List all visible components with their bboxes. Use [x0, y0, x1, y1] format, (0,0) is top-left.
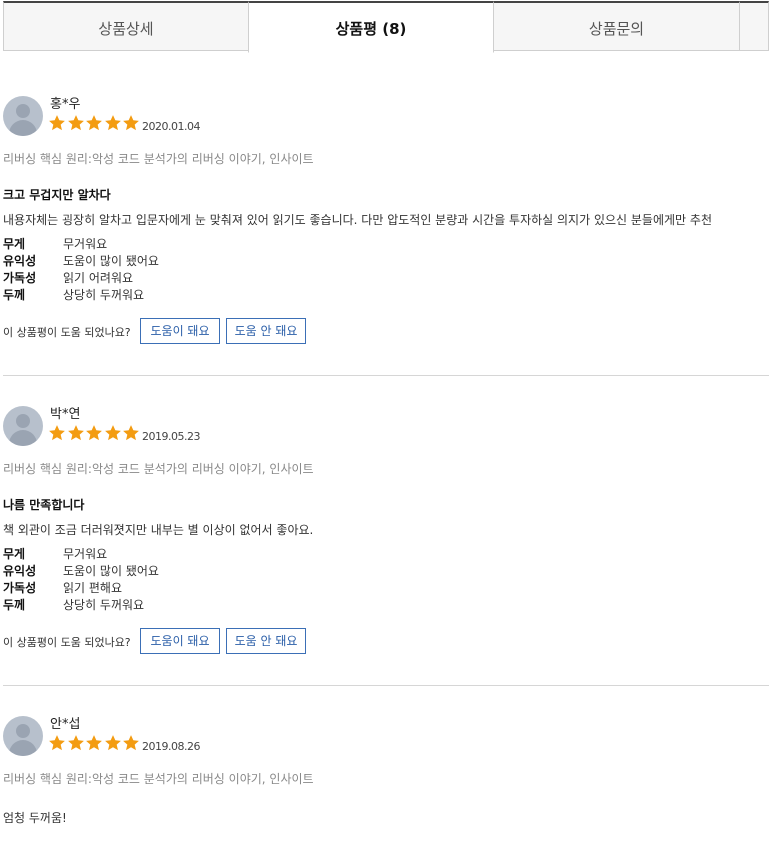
helpful-question: 이 상품평이 도움 되었나요?: [3, 636, 131, 649]
reviewer-name: 박*연: [50, 407, 81, 422]
book-title: 리버싱 핵심 원리:악성 코드 분석가의 리버싱 이야기, 인사이트: [3, 152, 314, 166]
star-icon: [123, 735, 139, 751]
star-rating: [48, 424, 141, 444]
avatar: [3, 406, 43, 446]
review-date: 2019.08.26: [142, 740, 200, 753]
review-tabs: 상품상세 상품평 (8) 상품문의: [3, 0, 769, 53]
attribute-row: 가독성 읽기 편해요: [3, 580, 159, 597]
attribute-key: 가독성: [3, 581, 37, 595]
avatar: [3, 716, 43, 756]
attribute-value: 읽기 편해요: [63, 581, 123, 595]
attribute-value: 읽기 어려워요: [63, 271, 134, 285]
attribute-value: 도움이 많이 됐어요: [63, 564, 159, 578]
tab-more[interactable]: [739, 1, 769, 51]
attribute-row: 무게 무거워요: [3, 236, 159, 253]
helpful-yes-button[interactable]: 도움이 돼요: [140, 318, 220, 344]
star-icon: [67, 735, 84, 751]
tab-product-qna[interactable]: 상품문의: [493, 1, 740, 51]
star-icon: [86, 115, 102, 131]
star-icon: [104, 735, 121, 751]
attribute-value: 무거워요: [63, 547, 108, 561]
attribute-row: 무게 무거워요: [3, 546, 159, 563]
attribute-row: 유익성 도움이 많이 됐어요: [3, 253, 159, 270]
attribute-key: 무게: [3, 237, 26, 251]
star-icon: [49, 115, 65, 131]
star-icon: [104, 425, 121, 441]
star-icon: [86, 425, 102, 441]
attribute-row: 두께 상당히 두꺼워요: [3, 287, 159, 304]
avatar: [3, 96, 43, 136]
helpful-yes-button[interactable]: 도움이 돼요: [140, 628, 220, 654]
star-rating: [48, 734, 141, 754]
star-icon: [49, 425, 65, 441]
star-icon: [67, 425, 84, 441]
review-content: 책 외관이 조금 더러워졋지만 내부는 별 이상이 없어서 좋아요.: [3, 523, 314, 537]
attribute-row: 가독성 읽기 어려워요: [3, 270, 159, 287]
review-date: 2019.05.23: [142, 430, 200, 443]
attribute-key: 유익성: [3, 564, 37, 578]
review-attributes: 무게 무거워요 유익성 도움이 많이 됐어요 가독성 읽기 편해요 두께 상당히 두꺼워…: [3, 546, 159, 614]
helpful-question: 이 상품평이 도움 되었나요?: [3, 326, 131, 339]
attribute-value: 상당히 두꺼워요: [63, 598, 145, 612]
review-date: 2020.01.04: [142, 120, 200, 133]
star-icon: [67, 115, 84, 131]
helpful-no-button[interactable]: 도움 안 돼요: [226, 318, 306, 344]
attribute-key: 두께: [3, 288, 26, 302]
attribute-value: 상당히 두꺼워요: [63, 288, 145, 302]
attribute-key: 유익성: [3, 254, 37, 268]
review-content: 내용자체는 굉장히 알차고 입문자에게 눈 맞춰져 있어 읽기도 좋습니다. 다…: [3, 213, 712, 227]
attribute-row: 두께 상당히 두꺼워요: [3, 597, 159, 614]
review-divider: [3, 685, 769, 686]
reviewer-name: 홍*우: [50, 97, 81, 112]
helpful-no-button[interactable]: 도움 안 돼요: [226, 628, 306, 654]
book-title: 리버싱 핵심 원리:악성 코드 분석가의 리버싱 이야기, 인사이트: [3, 462, 314, 476]
tab-reviews[interactable]: 상품평 (8): [248, 1, 494, 53]
attribute-key: 가독성: [3, 271, 37, 285]
attribute-key: 두께: [3, 598, 26, 612]
star-icon: [104, 115, 121, 131]
attribute-key: 무게: [3, 547, 26, 561]
attribute-value: 무거워요: [63, 237, 108, 251]
star-icon: [49, 735, 65, 751]
star-icon: [123, 425, 139, 441]
review-attributes: 무게 무거워요 유익성 도움이 많이 됐어요 가독성 읽기 어려워요 두께 상당히 두꺼…: [3, 236, 159, 304]
review-content: 엄청 두꺼움!: [3, 811, 67, 825]
review-divider: [3, 375, 769, 376]
attribute-value: 도움이 많이 됐어요: [63, 254, 159, 268]
reviewer-name: 안*섭: [50, 717, 81, 732]
star-icon: [86, 735, 102, 751]
tab-product-detail[interactable]: 상품상세: [3, 1, 249, 51]
review-title: 크고 무겁지만 알차다: [3, 188, 111, 202]
star-rating: [48, 114, 141, 134]
review-title: 나름 만족합니다: [3, 498, 85, 512]
book-title: 리버싱 핵심 원리:악성 코드 분석가의 리버싱 이야기, 인사이트: [3, 772, 314, 786]
attribute-row: 유익성 도움이 많이 됐어요: [3, 563, 159, 580]
star-icon: [123, 115, 139, 131]
